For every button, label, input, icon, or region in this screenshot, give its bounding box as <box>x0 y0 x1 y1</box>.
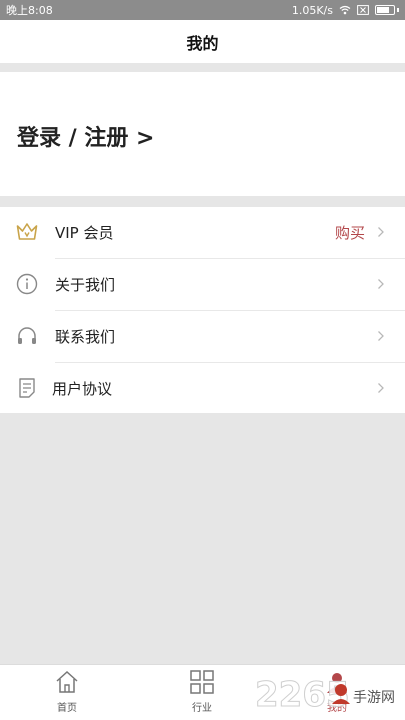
page-title: 我的 <box>186 33 219 53</box>
no-sim-icon <box>357 5 369 15</box>
grid-icon <box>190 670 214 694</box>
buy-link[interactable]: 购买 <box>335 222 365 243</box>
crown-icon <box>16 223 38 240</box>
wifi-icon <box>339 5 351 15</box>
info-icon <box>16 273 38 295</box>
watermark-logo: 2265 手游网 <box>255 675 395 716</box>
battery-icon <box>375 5 399 15</box>
menu-item-label: 关于我们 <box>55 276 116 294</box>
menu-item-label: 用户协议 <box>52 380 113 398</box>
menu-item-agreement[interactable]: 用户协议 <box>0 363 405 414</box>
chevron-right-icon <box>378 279 384 289</box>
home-icon <box>56 670 78 693</box>
chevron-right-icon <box>378 227 384 237</box>
chevron-right-icon <box>378 383 384 393</box>
chevron-right-icon <box>378 331 384 341</box>
status-bar: 晚上8:08 1.05K/s <box>0 0 405 20</box>
nav-bar: 我的 <box>0 20 405 63</box>
status-right: 1.05K/s <box>292 4 399 17</box>
menu-item-contact[interactable]: 联系我们 <box>0 311 405 362</box>
watermark-text: 手游网 <box>353 690 395 706</box>
menu-item-label: 联系我们 <box>55 328 116 346</box>
tab-industry[interactable]: 行业 <box>162 669 242 719</box>
tab-home[interactable]: 首页 <box>27 669 107 719</box>
network-speed: 1.05K/s <box>291 3 333 17</box>
menu-item-label: VIP 会员 <box>55 224 114 242</box>
menu-item-vip[interactable]: VIP 会员 购买 <box>0 207 405 258</box>
menu-list: VIP 会员 购买 关于我们 联系我们 用户协议 <box>0 207 405 413</box>
status-time: 晚上8:08 <box>6 4 53 17</box>
document-icon <box>19 378 35 398</box>
login-card[interactable]: 登录 / 注册 > <box>0 72 405 196</box>
svg-text:2265: 2265 <box>255 675 350 715</box>
tab-label: 首页 <box>57 703 77 714</box>
login-register-link[interactable]: 登录 / 注册 > <box>17 120 154 152</box>
menu-item-about[interactable]: 关于我们 <box>0 259 405 310</box>
headphones-icon <box>18 327 36 344</box>
tab-label: 行业 <box>192 703 212 714</box>
